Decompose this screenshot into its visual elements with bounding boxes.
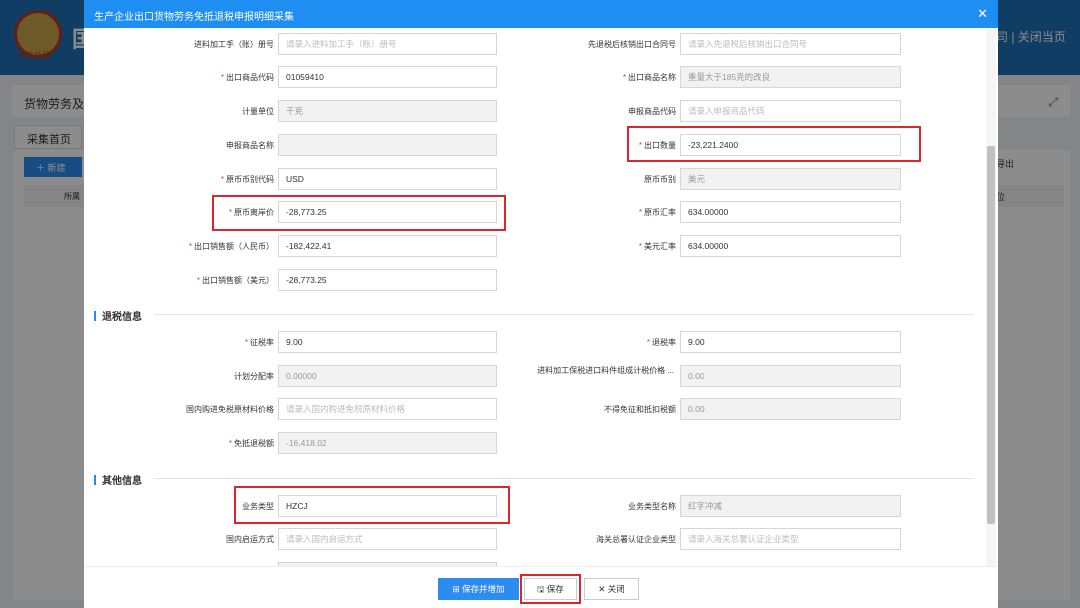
close-x-icon: ✕ [598, 584, 606, 594]
field-label: * 出口商品名称 [622, 73, 676, 82]
section-divider [154, 314, 974, 315]
currency-name-input: 美元 [680, 168, 901, 190]
currency-code-input[interactable]: USD [278, 168, 497, 190]
section-divider [154, 478, 974, 479]
field-label: 申报商品代码 [628, 107, 676, 116]
modal-footer: ⊞ 保存并增加 🖫 保存 ✕ 关闭 [84, 566, 998, 608]
field-label: 国内启运方式 [226, 535, 274, 544]
refund-rate-input[interactable]: 9.00 [680, 331, 901, 353]
field-label: * 退税率 [646, 338, 676, 347]
exchange-rate-input[interactable]: 634.00000 [680, 201, 901, 223]
field-label: 进料加工手（账）册号 [194, 40, 274, 49]
bonded-price-input: 0.00 [680, 365, 901, 387]
domestic-shipping-input[interactable]: 请录入国内启运方式 [278, 528, 497, 550]
modal-title: 生产企业出口货物劳务免抵退税申报明细采集 [94, 12, 294, 23]
field-label: * 原币汇率 [638, 208, 676, 217]
section-title-tax: 退税信息 [94, 308, 142, 323]
allocation-rate-input: 0.00000 [278, 365, 497, 387]
field-label: * 美元汇率 [638, 242, 676, 251]
jinliao-input[interactable]: 请录入进料加工手（账）册号 [278, 33, 497, 55]
modal-body: 进料加工手（账）册号 请录入进料加工手（账）册号 先退税后核销出口合同号 请录入… [84, 28, 984, 566]
field-label: * 出口商品代码 [220, 73, 274, 82]
save-and-add-button[interactable]: ⊞ 保存并增加 [438, 578, 519, 600]
xiantui-input[interactable]: 请录入先退税后核销出口合同号 [680, 33, 901, 55]
declared-goods-name-input [278, 134, 497, 156]
highlight-box [627, 126, 921, 162]
sales-usd-input[interactable]: -28,773.25 [278, 269, 497, 291]
save-add-label: 保存并增加 [461, 584, 505, 594]
close-button[interactable]: ✕ 关闭 [584, 578, 639, 600]
business-type-name-input: 红字冲减 [680, 495, 901, 517]
field-label: 原币币别 [644, 175, 676, 184]
field-label: 业务类型名称 [628, 502, 676, 511]
unit-input: 千克 [278, 100, 497, 122]
highlight-box [234, 486, 510, 524]
export-goods-code-input[interactable]: 01059410 [278, 66, 497, 88]
save-add-icon: ⊞ [452, 584, 460, 594]
field-label: 国内购进免税原材料价格 [186, 405, 274, 414]
section-title-other: 其他信息 [94, 472, 142, 487]
non-deductible-input: 0.00 [680, 398, 901, 420]
field-label: * 出口销售额（美元） [196, 276, 274, 285]
sales-rmb-input[interactable]: -182,422.41 [278, 235, 497, 257]
domestic-material-price-input[interactable]: 请录入国内购进免税原材料价格 [278, 398, 497, 420]
field-label: 海关总署认证企业类型 [596, 535, 676, 544]
field-label: * 免抵退税额 [228, 439, 274, 448]
detail-modal: 生产企业出口货物劳务免抵退税申报明细采集 ✕ 进料加工手（账）册号 请录入进料加… [84, 0, 998, 608]
modal-header: 生产企业出口货物劳务免抵退税申报明细采集 ✕ [84, 0, 998, 28]
refund-amount-input: -16,418.02 [278, 432, 497, 454]
field-label: * 征税率 [244, 338, 274, 347]
field-label: 计量单位 [242, 107, 274, 116]
field-label: 计划分配率 [234, 372, 274, 381]
close-label: 关闭 [607, 584, 625, 594]
field-label: 申报商品名称 [226, 141, 274, 150]
levy-rate-input[interactable]: 9.00 [278, 331, 497, 353]
customs-cert-type-input[interactable]: 请录入海关总署认证企业类型 [680, 528, 901, 550]
scrollbar[interactable] [986, 28, 996, 566]
usd-rate-input[interactable]: 634.00000 [680, 235, 901, 257]
export-goods-name-input: 重量大于185克的改良 [680, 66, 901, 88]
field-label: * 出口销售额（人民币） [188, 242, 274, 251]
field-label: 进料加工保税进口料件组成计税价格 ... [537, 366, 674, 375]
close-icon[interactable]: ✕ [977, 6, 988, 22]
field-label: 不得免征和抵扣税额 [604, 405, 676, 414]
scrollbar-thumb[interactable] [987, 146, 995, 524]
field-label: 先退税后核销出口合同号 [588, 40, 676, 49]
declared-goods-code-input[interactable]: 请录入申报商品代码 [680, 100, 901, 122]
highlight-box [520, 574, 581, 604]
highlight-box [212, 195, 506, 231]
field-label: * 原币币别代码 [220, 175, 274, 184]
